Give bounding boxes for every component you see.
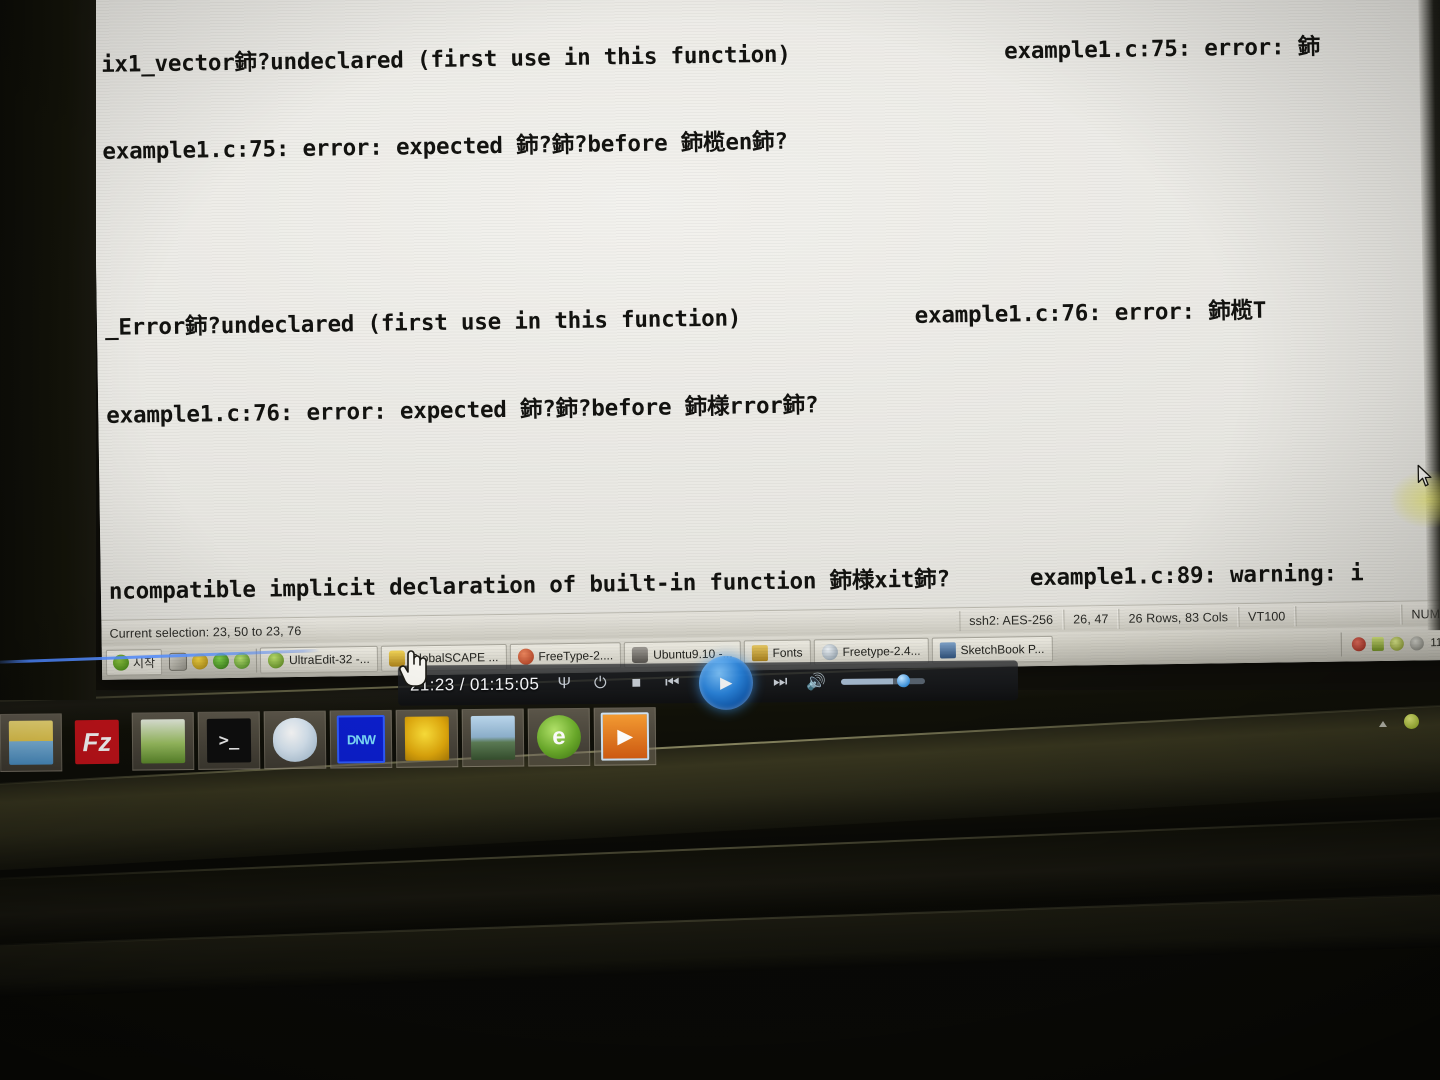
image-viewer-icon [140,719,186,764]
show-desktop-icon[interactable] [168,652,188,671]
dnw-icon: DNW [336,714,386,764]
file-manager-icon [8,720,54,765]
terminal-line: _Error鈰?undeclared (first use in this fu… [104,297,1267,342]
terminal-line: example1.c:76: error: expected 鈰?鈰?befor… [106,392,819,429]
dock-item-puzzle[interactable] [395,709,459,768]
status-cursor-position: 26, 47 [1063,608,1119,630]
laptop-screen: ix1_vector鈰?undeclared (first use in thi… [92,0,1440,680]
dock-item-evolution[interactable]: e [527,707,591,767]
taskbar-item-label: Freetype-2.4... [842,643,921,659]
taskbar-item-label: Fonts [772,645,803,660]
dock-item-file-manager[interactable] [0,713,63,772]
taskbar-item-label: SketchBook P... [960,641,1045,658]
status-spacer [301,621,959,631]
taskbar-item-label: UltraEdit-32 -... [288,651,370,668]
mic-button[interactable]: Ψ [553,673,575,695]
media-icon[interactable] [191,653,209,670]
status-emulation: VT100 [1237,606,1296,628]
volume-button[interactable]: 🔊 [805,671,827,693]
status-dimensions: 26 Rows, 83 Cols [1118,607,1239,629]
photograph-of-laptop-screen: ix1_vector鈰?undeclared (first use in thi… [0,0,1440,1080]
dock-item-photo[interactable] [461,708,525,768]
terminal-icon: >_ [206,718,252,763]
media-player-overlay[interactable]: 21:23 / 01:15:05 Ψ ⏻ ■ ⏮ ▶ ⏭ 🔊 [397,655,1019,711]
ie-icon[interactable] [233,652,251,669]
start-button[interactable]: 시작 [105,649,163,676]
globalscape-icon [388,650,405,667]
egg-app-icon [272,717,318,763]
terminal-output[interactable]: ix1_vector鈰?undeclared (first use in thi… [92,0,1440,620]
play-button[interactable]: ▶ [699,655,754,711]
system-tray[interactable]: 11:4 [1341,630,1440,657]
taskbar-clock[interactable]: 11:4 [1430,637,1440,649]
explorer-icon [821,644,838,661]
explorer-icon [517,648,534,665]
screen-bezel-left [0,0,96,700]
status-empty-cell [1295,604,1402,627]
terminal-line: ncompatible implicit declaration of buil… [108,560,1364,605]
media-player-icon: ▶ [600,712,650,761]
start-button-label: 시작 [132,655,156,670]
evolution-icon: e [536,714,582,760]
tray-status-dot-icon[interactable] [1404,714,1419,729]
browser-icon[interactable] [212,653,230,670]
dock-item-dnw[interactable]: DNW [329,709,393,769]
taskbar-item-sketchbook[interactable]: SketchBook P... [931,635,1053,664]
terminal-line: ix1_vector鈰?undeclared (first use in thi… [100,33,1321,78]
volume-icon[interactable] [1390,636,1405,651]
taskbar-item-label: GlobalSCAPE ... [409,650,499,666]
power-button[interactable]: ⏻ [589,673,611,695]
filezilla-icon: Fz [74,719,120,765]
previous-button[interactable]: ⏮ [661,672,683,694]
status-encryption: ssh2: AES-256 [959,609,1064,632]
dock-item-image-viewer[interactable] [131,711,195,771]
stop-button[interactable]: ■ [625,673,647,695]
vmware-icon [632,646,649,664]
dock-item-egg-app[interactable] [263,710,327,770]
security-icon[interactable] [1410,636,1425,651]
dock-item-media-player[interactable]: ▶ [593,707,657,766]
taskbar-item-label: FreeType-2.... [538,648,614,664]
network-icon[interactable] [1352,637,1367,652]
application-dock[interactable]: Fz >_ DNW e ▶ [0,704,800,774]
next-button[interactable]: ⏭ [769,671,791,693]
volume-slider[interactable] [841,678,926,685]
puzzle-icon [404,716,450,761]
dock-item-filezilla[interactable]: Fz [66,713,129,772]
dock-item-terminal[interactable]: >_ [197,711,261,770]
tray-expand-arrow-icon[interactable] [1378,716,1388,727]
terminal-line: example1.c:75: error: expected 鈰?鈰?befor… [102,129,788,166]
quick-launch-bar[interactable] [164,648,258,674]
windows-logo-icon [112,654,130,671]
current-selection-status: Current selection: 23, 50 to 23, 76 [109,623,302,641]
battery-icon[interactable] [1372,636,1385,652]
photo-icon [470,715,516,761]
ultraedit-icon [267,652,285,669]
folder-icon [751,645,768,662]
taskbar-item-ultraedit[interactable]: UltraEdit-32 -... [259,645,378,674]
sketchbook-icon [939,642,956,659]
playback-time: 21:23 / 01:15:05 [409,674,540,695]
